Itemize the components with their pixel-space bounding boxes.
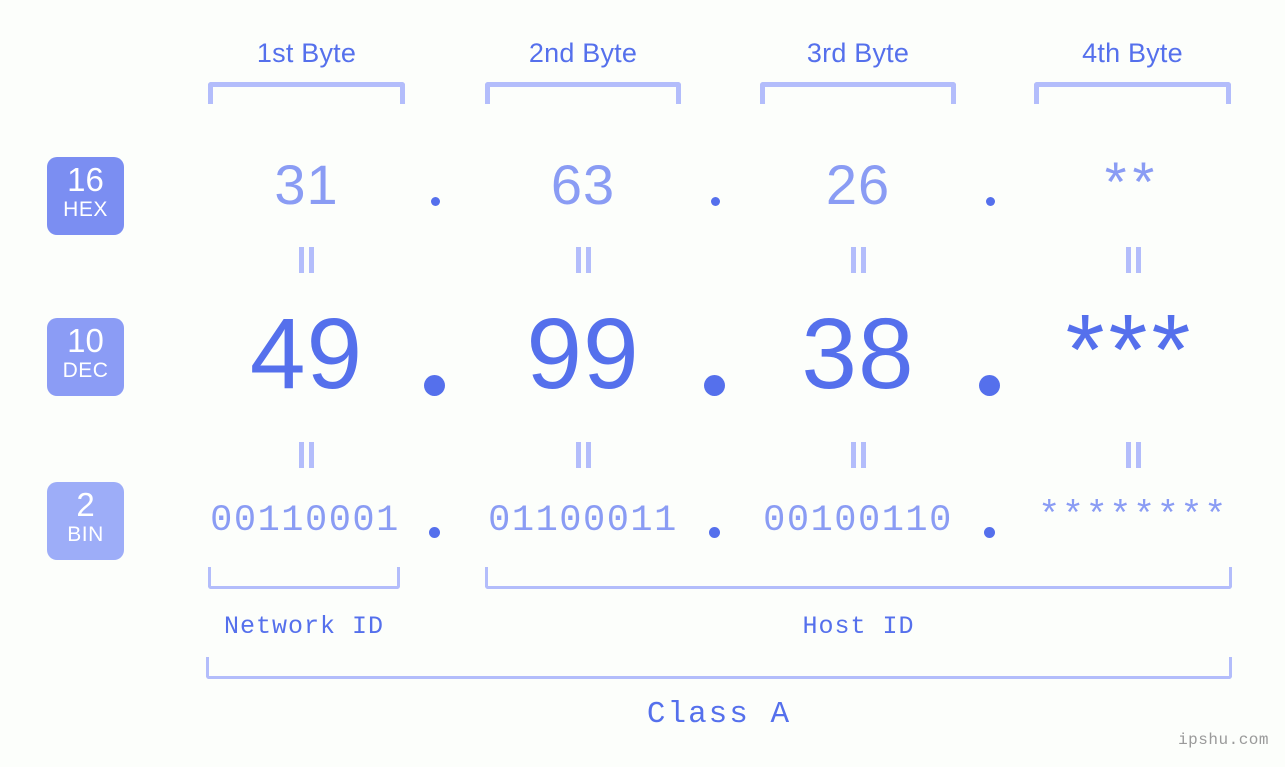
- byte-bracket-4: [1034, 82, 1231, 104]
- network-id-label: Network ID: [223, 612, 385, 641]
- equals-icon-hex-dec-2: [576, 247, 591, 273]
- equals-icon-hex-dec-4: [1126, 247, 1141, 273]
- equals-icon-dec-bin-3: [851, 442, 866, 468]
- base-badge-bin-name: BIN: [67, 523, 104, 546]
- dec-separator-3: [979, 375, 1000, 396]
- byte-header-1: 1st Byte: [256, 38, 357, 68]
- base-badge-dec: 10 DEC: [47, 318, 124, 396]
- byte-bracket-2: [485, 82, 681, 104]
- base-badge-hex-number: 16: [67, 161, 104, 198]
- host-id-bracket: [485, 567, 1232, 589]
- hex-separator-1: [431, 197, 440, 206]
- equals-icon-hex-dec-3: [851, 247, 866, 273]
- equals-icon-dec-bin-4: [1126, 442, 1141, 468]
- dec-separator-1: [424, 375, 445, 396]
- equals-icon-dec-bin-2: [576, 442, 591, 468]
- dec-byte-2-value: 99: [526, 298, 640, 410]
- ip-byte-breakdown-diagram: 1st Byte 2nd Byte 3rd Byte 4th Byte 16 H…: [0, 0, 1285, 767]
- base-badge-bin-number: 2: [76, 486, 95, 523]
- byte-bracket-1: [208, 82, 405, 104]
- bin-byte-2-value: 01100011: [488, 500, 678, 542]
- bin-byte-1-value: 00110001: [210, 500, 400, 542]
- base-badge-dec-name: DEC: [62, 359, 109, 382]
- class-bracket: [206, 657, 1232, 679]
- hex-byte-3-value: 26: [825, 153, 891, 216]
- host-id-label: Host ID: [802, 612, 915, 641]
- base-badge-hex: 16 HEX: [47, 157, 124, 235]
- hex-separator-3: [986, 197, 995, 206]
- byte-header-2: 2nd Byte: [528, 38, 638, 68]
- bin-separator-3: [984, 527, 995, 538]
- base-badge-dec-number: 10: [67, 322, 104, 359]
- hex-byte-4-value: **: [1104, 150, 1161, 213]
- dec-byte-3-value: 38: [801, 298, 915, 410]
- hex-separator-2: [711, 197, 720, 206]
- byte-header-4: 4th Byte: [1082, 38, 1183, 68]
- network-id-bracket: [208, 567, 400, 589]
- base-badge-hex-name: HEX: [63, 198, 108, 221]
- bin-separator-2: [709, 527, 720, 538]
- equals-icon-dec-bin-1: [299, 442, 314, 468]
- equals-icon-hex-dec-1: [299, 247, 314, 273]
- watermark: ipshu.com: [1178, 731, 1269, 749]
- bin-byte-3-value: 00100110: [763, 500, 953, 542]
- byte-bracket-3: [760, 82, 956, 104]
- class-label: Class A: [646, 697, 792, 732]
- hex-byte-2-value: 63: [550, 153, 616, 216]
- dec-byte-1-value: 49: [249, 298, 364, 410]
- byte-header-3: 3rd Byte: [806, 38, 910, 68]
- dec-separator-2: [704, 375, 725, 396]
- hex-byte-1-value: 31: [274, 153, 339, 216]
- base-badge-bin: 2 BIN: [47, 482, 124, 560]
- dec-byte-4-value: ***: [1065, 294, 1195, 406]
- bin-byte-4-value: ********: [1038, 496, 1228, 538]
- bin-separator-1: [429, 527, 440, 538]
